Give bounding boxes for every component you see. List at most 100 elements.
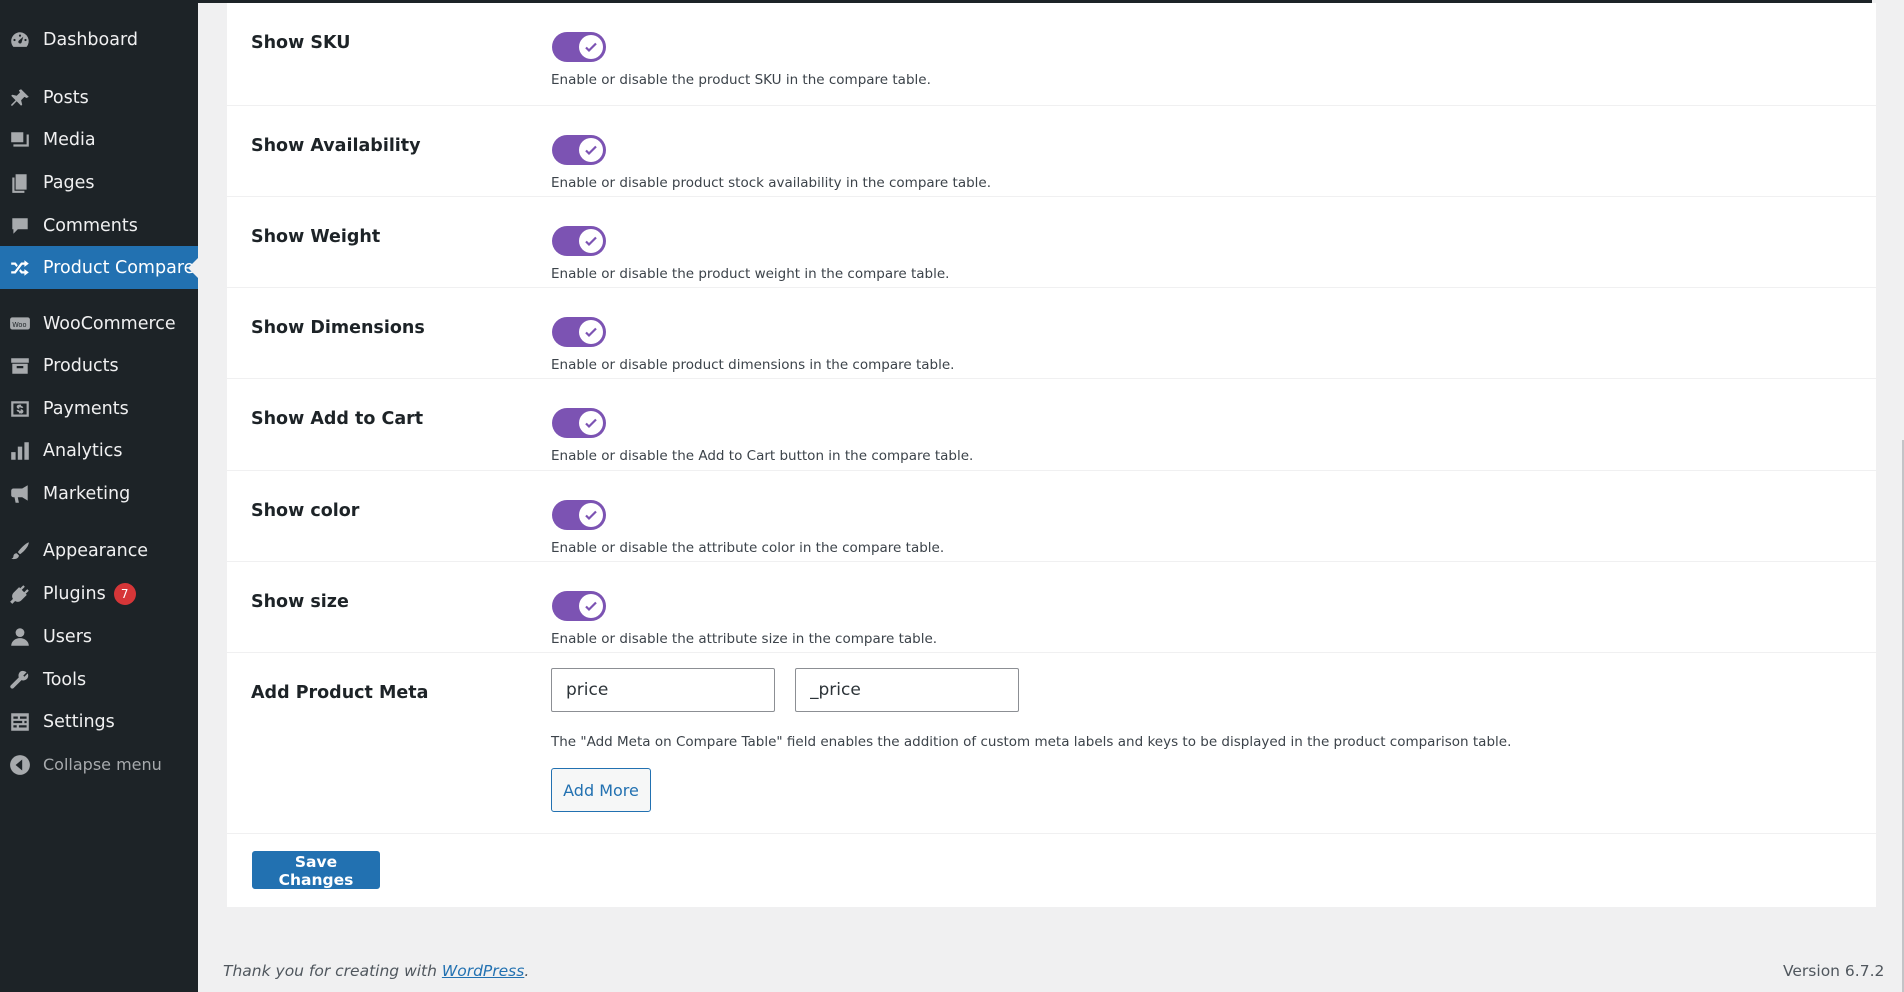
meta-key-input[interactable] — [795, 668, 1019, 712]
setting-description: Enable or disable product stock availabi… — [551, 175, 992, 191]
show-sku-toggle[interactable] — [552, 32, 606, 62]
setting-description: Enable or disable the product weight in … — [551, 266, 950, 282]
user-icon — [9, 626, 31, 648]
sidebar-item-payments[interactable]: Payments — [0, 387, 198, 430]
sidebar-item-settings[interactable]: Settings — [0, 700, 198, 743]
sidebar-item-plugins[interactable]: Plugins 7 — [0, 572, 198, 615]
svg-text:Woo: Woo — [12, 320, 26, 328]
brush-icon — [9, 540, 31, 562]
check-icon — [579, 594, 603, 618]
sidebar-item-label: Product Compare — [43, 257, 195, 278]
sidebar-item-label: Appearance — [43, 540, 149, 561]
setting-description: Enable or disable product dimensions in … — [551, 357, 955, 373]
sidebar-item-label: Analytics — [43, 440, 123, 461]
archive-icon — [9, 355, 31, 377]
check-icon — [579, 320, 603, 344]
sidebar-item-label: Pages — [43, 172, 95, 193]
check-icon — [579, 35, 603, 59]
pin-icon — [9, 87, 31, 109]
megaphone-icon — [9, 483, 31, 505]
sidebar-item-label: Marketing — [43, 483, 131, 504]
setting-label: Add Product Meta — [251, 683, 429, 703]
sidebar-item-label: Users — [43, 626, 93, 647]
media-icon — [9, 129, 31, 151]
sidebar-item-tools[interactable]: Tools — [0, 658, 198, 701]
sidebar-item-marketing[interactable]: Marketing — [0, 472, 198, 515]
show-weight-toggle[interactable] — [552, 226, 606, 256]
setting-row-show-weight: Show Weight Enable or disable the produc… — [227, 197, 1876, 288]
show-color-toggle[interactable] — [552, 500, 606, 530]
footer-thanks-prefix: Thank you for creating with — [223, 962, 442, 980]
show-size-toggle[interactable] — [552, 591, 606, 621]
collapse-icon — [9, 754, 31, 776]
check-icon — [579, 229, 603, 253]
sidebar-item-appearance[interactable]: Appearance — [0, 529, 198, 572]
setting-label: Show color — [251, 501, 360, 521]
footer-version: Version 6.7.2 — [1783, 962, 1885, 980]
plug-icon — [9, 583, 31, 605]
sidebar-item-label: WooCommerce — [43, 313, 176, 334]
footer-thanks-suffix: . — [524, 962, 530, 980]
sidebar-item-label: Dashboard — [43, 29, 138, 50]
check-icon — [579, 138, 603, 162]
meta-label-input[interactable] — [551, 668, 775, 712]
setting-description: Enable or disable the attribute color in… — [551, 540, 945, 556]
setting-description: Enable or disable the product SKU in the… — [551, 72, 931, 88]
show-availability-toggle[interactable] — [552, 135, 606, 165]
setting-description: Enable or disable the Add to Cart button… — [551, 448, 974, 464]
sidebar-item-label: Payments — [43, 398, 129, 419]
sidebar-item-label: Tools — [43, 669, 87, 690]
add-more-button[interactable]: Add More — [551, 768, 651, 812]
sidebar-item-products[interactable]: Products — [0, 344, 198, 387]
setting-row-show-size: Show size Enable or disable the attribut… — [227, 562, 1876, 653]
comment-icon — [9, 215, 31, 237]
sidebar-item-label: Posts — [43, 87, 89, 108]
sidebar-item-comments[interactable]: Comments — [0, 204, 198, 247]
setting-row-show-dimensions: Show Dimensions Enable or disable produc… — [227, 288, 1876, 379]
wrench-icon — [9, 669, 31, 691]
sidebar-item-dashboard[interactable]: Dashboard — [0, 18, 198, 61]
setting-row-show-sku: Show SKU Enable or disable the product S… — [227, 3, 1876, 106]
setting-row-show-color: Show color Enable or disable the attribu… — [227, 471, 1876, 562]
check-icon — [579, 411, 603, 435]
sidebar-item-label: Settings — [43, 711, 115, 732]
footer-thanks: Thank you for creating with WordPress. — [223, 962, 529, 980]
woo-icon: Woo — [9, 313, 31, 335]
admin-sidebar: Dashboard Posts Media Pages Comments Pro… — [0, 0, 198, 992]
setting-label: Show SKU — [251, 33, 351, 53]
show-add-to-cart-toggle[interactable] — [552, 408, 606, 438]
sidebar-item-media[interactable]: Media — [0, 118, 198, 161]
setting-label: Show Availability — [251, 136, 421, 156]
setting-row-show-availability: Show Availability Enable or disable prod… — [227, 106, 1876, 197]
sidebar-item-label: Media — [43, 129, 96, 150]
sidebar-item-label: Collapse menu — [43, 755, 162, 774]
plugins-update-badge: 7 — [113, 582, 136, 605]
sidebar-item-pages[interactable]: Pages — [0, 161, 198, 204]
show-dimensions-toggle[interactable] — [552, 317, 606, 347]
sidebar-item-label: Products — [43, 355, 119, 376]
money-icon — [9, 398, 31, 420]
bar-chart-icon — [9, 440, 31, 462]
setting-row-show-add-to-cart: Show Add to Cart Enable or disable the A… — [227, 379, 1876, 471]
settings-icon — [9, 711, 31, 733]
sidebar-item-product-compare[interactable]: Product Compare — [0, 246, 198, 289]
sidebar-item-woocommerce[interactable]: Woo WooCommerce — [0, 302, 198, 345]
setting-label: Show Weight — [251, 227, 381, 247]
sidebar-item-analytics[interactable]: Analytics — [0, 429, 198, 472]
sidebar-item-label: Plugins — [43, 583, 106, 604]
shuffle-icon — [9, 257, 31, 279]
sidebar-item-posts[interactable]: Posts — [0, 76, 198, 119]
sidebar-item-users[interactable]: Users — [0, 615, 198, 658]
setting-label: Show Add to Cart — [251, 409, 424, 429]
check-icon — [579, 503, 603, 527]
pages-icon — [9, 172, 31, 194]
settings-panel: Show SKU Enable or disable the product S… — [227, 3, 1876, 907]
save-changes-button[interactable]: Save Changes — [252, 851, 380, 889]
meta-description: The "Add Meta on Compare Table" field en… — [551, 734, 1512, 750]
setting-label: Show Dimensions — [251, 318, 425, 338]
setting-description: Enable or disable the attribute size in … — [551, 631, 938, 647]
dashboard-icon — [9, 29, 31, 51]
wordpress-link[interactable]: WordPress — [442, 962, 524, 980]
sidebar-item-label: Comments — [43, 215, 138, 236]
sidebar-collapse-menu[interactable]: Collapse menu — [0, 743, 198, 786]
